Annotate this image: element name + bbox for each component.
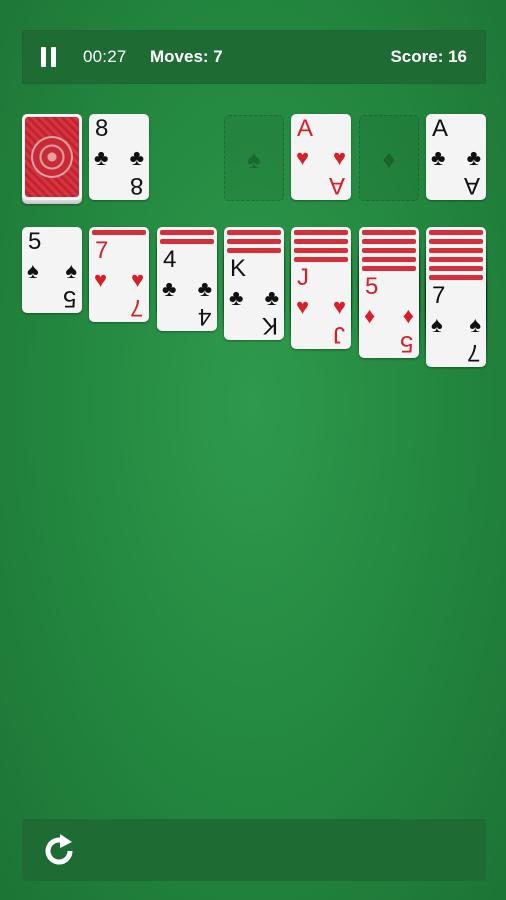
card-suit: ♣: [94, 145, 109, 170]
foundation-card[interactable]: A ♣ ♣ A: [426, 114, 486, 200]
top-status-bar: 00:27 Moves: 7 Score: 16: [22, 30, 486, 84]
card-suit: ♣: [229, 285, 244, 310]
card-rank: A: [297, 115, 314, 142]
card-rank: K: [230, 255, 247, 282]
foundation-slot-empty[interactable]: ♠: [224, 115, 284, 201]
card-suit: ♠: [65, 258, 77, 283]
tableau-card[interactable]: K ♣ ♣ K: [224, 254, 284, 340]
card-rank-inverted: 5: [399, 330, 413, 357]
bottom-toolbar: [22, 819, 486, 881]
card-rank-inverted: J: [333, 321, 345, 348]
card-suit: ♣: [129, 145, 144, 170]
card-suit: ♣: [466, 145, 481, 170]
card-rank: 5: [28, 228, 42, 255]
card-suit: ♥: [332, 145, 346, 170]
card-rank: J: [297, 264, 309, 291]
card-rank: 8: [95, 115, 109, 142]
foundation-suit-placeholder: ♠: [247, 144, 261, 174]
tableau-card[interactable]: J ♥ ♥ J: [291, 263, 351, 349]
card-suit: ♥: [130, 267, 144, 292]
card-rank-inverted: 7: [129, 294, 143, 321]
tableau-card[interactable]: 4 ♣ ♣ 4: [157, 245, 217, 331]
card-rank-inverted: 7: [466, 339, 480, 366]
card-suit: ♥: [296, 145, 310, 170]
card-suit: ♠: [431, 312, 443, 337]
timer: 00:27: [83, 47, 127, 66]
card-suit: ♣: [197, 276, 212, 301]
tableau-card[interactable]: 7 ♠ ♠ 7: [426, 281, 486, 367]
waste-card[interactable]: 8 ♣ ♣ 8: [89, 114, 149, 200]
card-rank: 4: [163, 246, 177, 273]
foundation-card[interactable]: A ♥ ♥ A: [291, 114, 351, 200]
card-rank-inverted: 8: [129, 172, 143, 199]
undo-icon[interactable]: [40, 832, 78, 870]
pause-icon[interactable]: [41, 47, 57, 67]
moves-counter: Moves: 7: [150, 47, 223, 66]
card-suit: ♣: [162, 276, 177, 301]
card-suit: ♣: [431, 145, 446, 170]
card-rank-inverted: K: [261, 312, 278, 339]
card-rank-inverted: 5: [62, 285, 76, 312]
card-suit: ♥: [94, 267, 108, 292]
card-suit: ♥: [332, 294, 346, 319]
card-rank: A: [432, 115, 449, 142]
card-rank: 5: [365, 273, 379, 300]
card-suit: ♥: [296, 294, 310, 319]
foundation-slot-empty[interactable]: ♦: [359, 115, 419, 201]
card-back-emblem: [31, 136, 73, 178]
card-rank: 7: [432, 282, 446, 309]
card-suit: ♣: [264, 285, 279, 310]
stock-pile[interactable]: [22, 114, 82, 200]
card-suit: ♦: [402, 303, 414, 328]
card-suit: ♠: [27, 258, 39, 283]
card-suit: ♠: [469, 312, 481, 337]
card-rank-inverted: 4: [197, 303, 211, 330]
tableau-card[interactable]: 7 ♥ ♥ 7: [89, 236, 149, 322]
card-rank-inverted: A: [328, 172, 345, 199]
tableau-card[interactable]: 5 ♦ ♦ 5: [359, 272, 419, 358]
card-suit: ♦: [364, 303, 376, 328]
card-rank: 7: [95, 237, 109, 264]
score-display: Score: 16: [390, 47, 467, 66]
card-rank-inverted: A: [463, 172, 480, 199]
tableau-card[interactable]: 5 ♠ ♠ 5: [22, 227, 82, 313]
foundation-suit-placeholder: ♦: [382, 144, 396, 174]
